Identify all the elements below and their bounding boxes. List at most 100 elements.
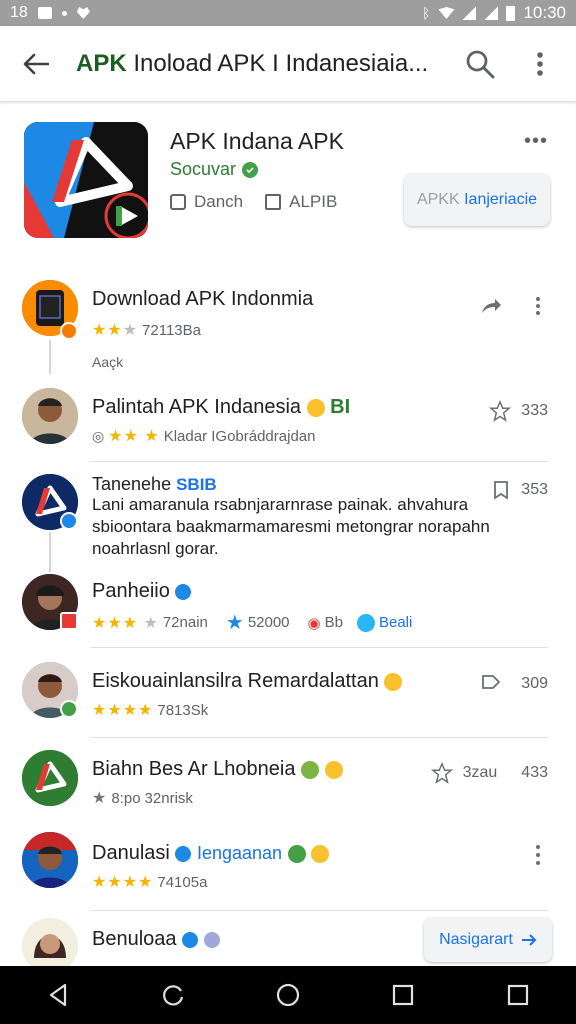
list-item[interactable]: Danulasi Iengaanan ★★★★ 74105a (0, 830, 576, 910)
row-title: Danulasi Iengaanan (92, 842, 330, 865)
install-label-accent: Ianjeriacie (464, 191, 538, 208)
emoji-icon (324, 760, 343, 779)
divider (90, 647, 548, 648)
verified-icon (182, 931, 199, 948)
battery-icon (506, 5, 516, 21)
row-rating-text: 7813Sk (157, 701, 209, 719)
row-stat-3: Beali (378, 614, 413, 631)
row-actions: 333 (489, 400, 548, 422)
badge-icon (60, 700, 78, 718)
row-title-text: Tanenehe (92, 474, 172, 494)
divider (90, 910, 548, 911)
avatar (22, 388, 78, 444)
media-icon (265, 194, 282, 210)
signal-icon-2 (484, 6, 499, 20)
list-item[interactable]: Eiskouainlansilra Remardalattan ★★★★ 781… (0, 656, 576, 738)
row-title: Palintah APK Indanesia BI (92, 396, 350, 419)
more-vert-icon[interactable] (520, 44, 560, 84)
flag-icon (60, 612, 78, 630)
nav-square-icon[interactable] (498, 975, 538, 1015)
row-rating-text: 72113Ba (142, 321, 201, 339)
next-button[interactable]: Nasigarart (424, 918, 552, 962)
developer-name: Socuvar (170, 159, 237, 179)
bookmark-icon[interactable] (491, 480, 511, 500)
check-badge-icon (287, 844, 306, 863)
row-title: Benuloaa (92, 928, 220, 951)
wifi-icon (438, 7, 455, 19)
meta-1-text: Danch (194, 192, 244, 211)
record-icon: ◉ (307, 614, 321, 632)
app-name: APK Indana APK (170, 128, 344, 154)
page-title-bold: APK (76, 49, 127, 77)
avatar (22, 832, 78, 888)
emoji-icon (311, 844, 330, 863)
verified-icon (242, 161, 259, 178)
share-icon[interactable] (480, 297, 502, 315)
list-item[interactable]: Tanenehe SBIB Lani amaranula rsabnjararn… (0, 466, 576, 566)
row-actions: 3zau 433 (430, 762, 548, 784)
dot-notification-icon (61, 10, 67, 16)
system-nav-bar (0, 966, 576, 1024)
divider (90, 737, 548, 738)
star-outline-icon[interactable] (430, 762, 453, 784)
row-rating: ★ 8:po 32nrisk (92, 788, 193, 808)
row-actions (480, 296, 548, 316)
row-actions (528, 844, 548, 866)
list-item[interactable]: Panheiio ★★★ ★ 72nain ★ 52000 ◉ Bb Beali (0, 570, 576, 646)
status-bar: 18 ᛒ 10:30 (0, 0, 576, 26)
list-item[interactable]: Palintah APK Indanesia BI ◎ ★★ ★ Kladar … (0, 380, 576, 460)
share-outline-icon[interactable] (481, 674, 503, 694)
nav-refresh-icon[interactable] (153, 975, 193, 1015)
verified-icon (175, 845, 192, 862)
search-icon[interactable] (460, 44, 500, 84)
row-title-text: Panheiio (92, 580, 170, 602)
nav-back-icon[interactable] (38, 975, 78, 1015)
badge-icon (203, 931, 220, 948)
blue-star-icon: ★ (225, 612, 244, 634)
list-item[interactable]: Download APK Indonmia ★★★ 72113Ba Aaçk (0, 270, 576, 380)
row-rating-text: 8:po (111, 789, 141, 807)
square-icon (170, 194, 186, 210)
star-rating-icon: ★★★ (92, 322, 139, 339)
image-notification-icon (37, 7, 52, 19)
verified-icon (175, 583, 192, 600)
badge-icon (60, 322, 78, 340)
emoji-icon (384, 672, 403, 691)
row-count: 309 (521, 675, 548, 692)
circle-icon: ◎ (92, 427, 105, 444)
row-title-text: Biahn Bes Ar Lhobneia (92, 758, 296, 780)
app-meta-row: Danch ALPIB (170, 192, 337, 212)
row-stat-1: 52000 (247, 614, 290, 631)
more-vert-icon[interactable] (528, 296, 548, 316)
star-outline-icon[interactable] (489, 400, 512, 422)
more-vert-icon[interactable] (528, 844, 548, 866)
back-arrow-icon[interactable] (16, 44, 56, 84)
list-item[interactable]: Biahn Bes Ar Lhobneia ★ 8:po 32nrisk 3za… (0, 746, 576, 826)
meta-item-1: Danch (170, 192, 243, 212)
row-rating: ★★★ ★ 72nain ★ 52000 ◉ Bb Beali (92, 610, 412, 635)
nav-home-icon[interactable] (268, 975, 308, 1015)
nav-recents-icon[interactable] (383, 975, 423, 1015)
row-rating: ★★★ 72113Ba (92, 320, 201, 340)
check-badge-icon (301, 760, 320, 779)
row-title-link[interactable]: Iengaanan (197, 843, 282, 863)
install-button[interactable]: APKK Ianjeriacie (404, 174, 550, 226)
meta-item-2: ALPIB (265, 192, 337, 212)
row-rating: ◎ ★★ ★ Kladar IGobráddrajdan (92, 426, 315, 446)
row-rating: ★★★★ 74105a (92, 872, 207, 892)
row-title-text: Danulasi (92, 842, 170, 864)
app-header-card: APK Indana APK Socuvar Danch ALPIB ••• A… (6, 104, 570, 260)
row-title: Biahn Bes Ar Lhobneia (92, 758, 343, 781)
row-title: Download APK Indonmia (92, 288, 314, 310)
row-title: Tanenehe SBIB (92, 474, 217, 495)
emoji-icon (306, 398, 325, 417)
header-more-icon[interactable]: ••• (524, 130, 548, 153)
row-actions: 309 (481, 674, 548, 694)
app-logo-icon[interactable] (24, 122, 148, 238)
row-rating-text: 72nain (162, 614, 208, 631)
row-count-b: 433 (521, 764, 548, 781)
row-sub-text: Kladar IGobráddrajdan (163, 427, 316, 445)
developer-link[interactable]: Socuvar (170, 159, 259, 180)
page-title-rest: Inoload APK I Indanesiaia... (126, 49, 429, 77)
avatar (22, 750, 78, 806)
